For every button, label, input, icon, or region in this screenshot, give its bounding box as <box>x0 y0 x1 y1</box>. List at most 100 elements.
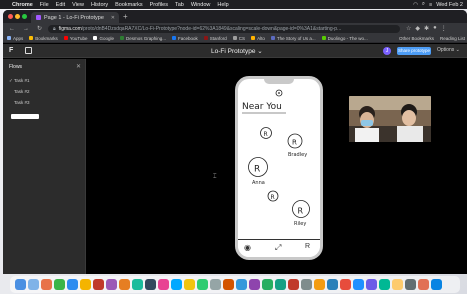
dock-app-icon[interactable] <box>28 279 39 290</box>
dock-app-icon[interactable] <box>223 279 234 290</box>
camera-icon[interactable]: ◉ <box>244 243 251 252</box>
dock-app-icon[interactable] <box>314 279 325 290</box>
new-tab-button[interactable]: + <box>123 12 128 21</box>
close-window-button[interactable] <box>8 14 13 19</box>
forward-icon[interactable]: → <box>23 26 29 32</box>
dock-app-icon[interactable] <box>353 279 364 290</box>
dock-app-icon[interactable] <box>132 279 143 290</box>
menu-tab[interactable]: Tab <box>175 2 184 8</box>
bookmark-youtube[interactable]: YouTube <box>63 36 87 41</box>
bookmark-story[interactable]: The Story of Us a... <box>270 36 316 41</box>
dock-app-icon[interactable] <box>67 279 78 290</box>
menu-window[interactable]: Window <box>191 2 211 8</box>
zoom-window-button[interactable] <box>22 14 27 19</box>
bookmark-duolingo[interactable]: Duolingo - The wo... <box>321 36 368 41</box>
search-icon[interactable]: ⌕ <box>422 1 425 8</box>
person-bubble-4[interactable]: R <box>267 190 279 202</box>
dock-app-icon[interactable] <box>262 279 273 290</box>
avatar[interactable]: J <box>383 47 391 55</box>
dock-app-icon[interactable] <box>236 279 247 290</box>
dock-app-icon[interactable] <box>340 279 351 290</box>
dock-app-icon[interactable] <box>327 279 338 290</box>
menu-app[interactable]: Chrome <box>12 2 33 8</box>
dock-app-icon[interactable] <box>184 279 195 290</box>
person-bubble-3[interactable]: R Anna <box>248 157 268 187</box>
star-icon[interactable]: ☆ <box>406 25 411 32</box>
bookmark-bookmarks[interactable]: Bookmarks <box>29 36 58 41</box>
bookmark-alto[interactable]: Alto <box>251 36 265 41</box>
bookmark-facebook[interactable]: Facebook <box>172 36 198 41</box>
dock-app-icon[interactable] <box>288 279 299 290</box>
menu-history[interactable]: History <box>91 2 108 8</box>
dock-app-icon[interactable] <box>301 279 312 290</box>
dock-app-icon[interactable] <box>15 279 26 290</box>
dock-app-icon[interactable] <box>366 279 377 290</box>
browser-tab-active[interactable]: Page 1 - Lo-Fi Prototype ✕ <box>31 12 119 23</box>
extension-icon[interactable]: ◆ <box>415 25 420 32</box>
flow-item-task-2[interactable]: Task #2 <box>14 89 30 94</box>
menubar-clock[interactable]: Wed Feb 2 <box>436 2 463 8</box>
person-bubble-2[interactable]: R Bradley <box>287 133 307 158</box>
prototype-canvas[interactable]: ⌶ Near You R R Bradley R Anna R R Riley … <box>87 59 467 274</box>
prototype-name[interactable]: Lo-Fi Prototype ⌄ <box>211 47 263 55</box>
dock-app-icon[interactable] <box>405 279 416 290</box>
bookmark-cs[interactable]: CS <box>232 36 245 41</box>
control-center-icon[interactable]: ≡ <box>429 2 432 8</box>
panel-toggle-icon[interactable] <box>25 47 32 54</box>
back-icon[interactable]: ← <box>9 26 15 32</box>
person-bubble-1[interactable]: R <box>260 127 272 139</box>
dock-app-icon[interactable] <box>418 279 429 290</box>
bookmark-desmos[interactable]: Desmos Graphing... <box>119 36 166 41</box>
bookmarks-bar: Apps Bookmarks YouTube Google Desmos Gra… <box>3 34 467 43</box>
other-bookmarks[interactable]: Other Bookmarks <box>399 36 434 41</box>
dock-app-icon[interactable] <box>80 279 91 290</box>
dock-app-icon[interactable] <box>106 279 117 290</box>
url-input[interactable]: 🔒︎ figma.com /proto/dnB4DzsdqaRA7XC/Lo-F… <box>48 24 401 33</box>
puzzle-icon[interactable]: ✱ <box>424 25 429 32</box>
svg-text:R: R <box>254 165 260 175</box>
minimize-window-button[interactable] <box>15 14 20 19</box>
duolingo-icon <box>321 36 326 40</box>
wifi-icon[interactable]: ◠ <box>413 2 418 8</box>
dock-app-icon[interactable] <box>171 279 182 290</box>
reading-list[interactable]: Reading List <box>440 36 465 41</box>
dock-app-icon[interactable] <box>41 279 52 290</box>
arrows-icon[interactable]: ⤢ <box>275 243 281 253</box>
address-bar-row: ← → ↻ 🔒︎ figma.com /proto/dnB4DzsdqaRA7X… <box>3 23 467 34</box>
options-menu[interactable]: Options ⌄ <box>437 47 460 53</box>
menu-help[interactable]: Help <box>217 2 228 8</box>
figma-logo-icon[interactable]: F <box>9 47 13 54</box>
dock-app-icon[interactable] <box>249 279 260 290</box>
screen-title: Near You <box>242 102 282 112</box>
close-panel-icon[interactable]: ✕ <box>76 63 81 70</box>
dock-app-icon[interactable] <box>93 279 104 290</box>
menu-bookmarks[interactable]: Bookmarks <box>115 2 143 8</box>
flow-item-task-3[interactable]: Task #3 <box>14 100 30 105</box>
dock-app-icon[interactable] <box>54 279 65 290</box>
menubar-status-area: ◠ ⌕ ≡ Wed Feb 2 <box>413 0 463 9</box>
dock-app-icon[interactable] <box>119 279 130 290</box>
menu-file[interactable]: File <box>40 2 49 8</box>
dock-app-icon[interactable] <box>431 279 442 290</box>
dock-app-icon[interactable] <box>145 279 156 290</box>
profile-icon[interactable]: ● <box>433 25 437 32</box>
dock-app-icon[interactable] <box>197 279 208 290</box>
dock-app-icon[interactable] <box>275 279 286 290</box>
bookmark-apps[interactable]: Apps <box>7 36 23 41</box>
reload-icon[interactable]: ↻ <box>37 25 42 32</box>
bookmark-google[interactable]: Google <box>93 36 114 41</box>
more-menu-icon[interactable]: ⋮ <box>441 25 447 32</box>
flow-item-task-1[interactable]: ✓ Task #1 <box>9 78 29 84</box>
dock-app-icon[interactable] <box>392 279 403 290</box>
menu-edit[interactable]: Edit <box>56 2 65 8</box>
share-prototype-button[interactable]: Share prototype <box>397 47 431 55</box>
bookmark-stanford[interactable]: Stanford <box>203 36 227 41</box>
menu-view[interactable]: View <box>72 2 84 8</box>
dock-app-icon[interactable] <box>210 279 221 290</box>
profile-icon[interactable]: R <box>305 243 310 250</box>
close-tab-icon[interactable]: ✕ <box>111 15 115 21</box>
dock-app-icon[interactable] <box>379 279 390 290</box>
dock-app-icon[interactable] <box>158 279 169 290</box>
person-bubble-5[interactable]: R Riley <box>292 200 310 228</box>
menu-profiles[interactable]: Profiles <box>150 2 168 8</box>
